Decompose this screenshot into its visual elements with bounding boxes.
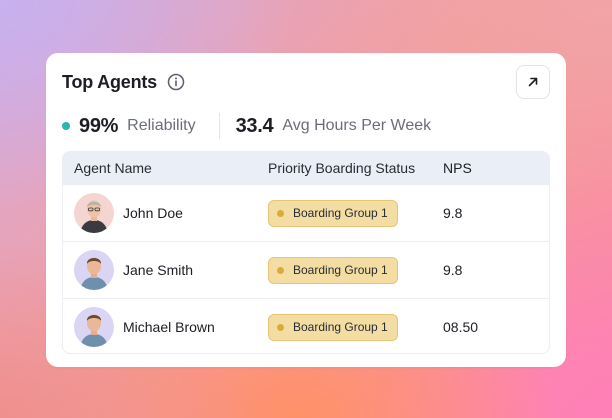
column-header-boarding-status[interactable]: Priority Boarding Status bbox=[268, 160, 443, 176]
badge-dot bbox=[277, 209, 284, 217]
status-badge: Boarding Group 1 bbox=[268, 199, 398, 227]
reliability-value: 99% bbox=[79, 114, 119, 137]
avatar bbox=[74, 193, 114, 233]
status-badge-label: Boarding Group 1 bbox=[293, 263, 388, 277]
table-row[interactable]: John Doe Boarding Group 1 9.8 bbox=[63, 184, 549, 241]
nps-value: 9.8 bbox=[443, 262, 463, 278]
reliability-label: Reliability bbox=[127, 117, 196, 134]
avatar bbox=[74, 307, 114, 347]
table-row[interactable]: Michael Brown Boarding Group 1 08.50 bbox=[63, 298, 549, 353]
stats-row: 99% Reliability 33.4 Avg Hours Per Week bbox=[62, 113, 431, 139]
status-badge: Boarding Group 1 bbox=[268, 256, 398, 284]
column-header-nps[interactable]: NPS bbox=[443, 160, 543, 176]
status-badge-label: Boarding Group 1 bbox=[293, 206, 388, 220]
avatar bbox=[74, 250, 114, 290]
arrow-up-right-icon bbox=[528, 77, 538, 87]
status-badge: Boarding Group 1 bbox=[268, 313, 398, 341]
table-row[interactable]: Jane Smith Boarding Group 1 9.8 bbox=[63, 241, 549, 298]
badge-dot bbox=[277, 323, 284, 331]
info-icon[interactable] bbox=[167, 73, 185, 91]
top-agents-card: Top Agents 99% Reliability 33.4 Avg Hour… bbox=[46, 53, 566, 367]
expand-button[interactable] bbox=[516, 65, 550, 99]
agent-name: John Doe bbox=[123, 205, 183, 221]
avg-hours-label: Avg Hours Per Week bbox=[282, 117, 432, 134]
column-header-agent-name[interactable]: Agent Name bbox=[63, 160, 268, 176]
badge-dot bbox=[277, 266, 284, 274]
table-header: Agent Name Priority Boarding Status NPS bbox=[63, 152, 549, 184]
nps-value: 9.8 bbox=[443, 205, 463, 221]
card-title: Top Agents bbox=[62, 72, 157, 92]
nps-value: 08.50 bbox=[443, 319, 479, 335]
stats-divider bbox=[218, 113, 220, 139]
status-badge-label: Boarding Group 1 bbox=[293, 320, 388, 334]
agent-name: Jane Smith bbox=[123, 262, 194, 278]
status-dot bbox=[62, 122, 70, 130]
agents-table: Agent Name Priority Boarding Status NPS bbox=[62, 151, 550, 354]
avg-hours-value: 33.4 bbox=[235, 114, 274, 137]
agent-name: Michael Brown bbox=[123, 319, 215, 335]
